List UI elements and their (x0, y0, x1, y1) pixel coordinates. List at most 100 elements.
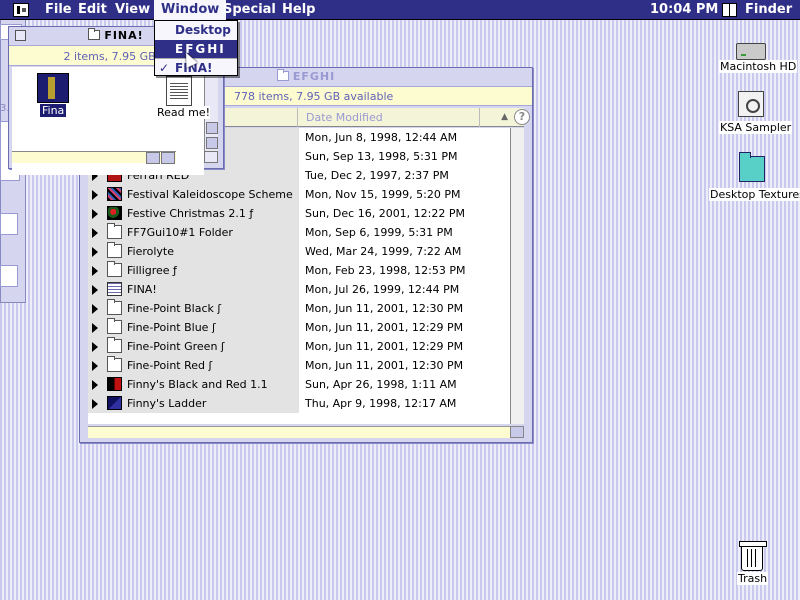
name-cell[interactable]: Fine-Point Green ʃ (88, 337, 299, 356)
file-name[interactable]: Fine-Point Blue ʃ (127, 318, 216, 337)
name-cell[interactable]: FF7Gui10#1 Folder (88, 223, 299, 242)
folder-icon[interactable] (107, 337, 122, 353)
file-name[interactable]: Fierolyte (127, 242, 174, 261)
ksa-sampler-icon[interactable] (738, 91, 764, 117)
list-item[interactable]: Fine-Point Blue ʃ Mon, Jun 11, 2001, 12:2… (88, 318, 512, 337)
kaleidoscope-icon[interactable] (107, 187, 122, 201)
vertical-scrollbar[interactable] (510, 128, 524, 424)
folder-icon[interactable] (107, 318, 122, 334)
name-cell[interactable]: Fine-Point Black ʃ (88, 299, 299, 318)
file-name[interactable]: Festival Kaleidoscope Scheme (127, 185, 293, 204)
date-modified-cell: Sun, Apr 26, 1998, 1:11 AM (299, 375, 512, 394)
christmas-icon[interactable] (107, 206, 122, 220)
date-modified-cell: Mon, Sep 6, 1999, 5:31 PM (299, 223, 512, 242)
disclosure-triangle-icon[interactable] (92, 247, 98, 257)
ladder-icon[interactable] (107, 396, 122, 410)
name-cell[interactable]: Festive Christmas 2.1 ƒ (88, 204, 299, 223)
menu-help[interactable]: Help (275, 0, 322, 20)
list-item[interactable]: Filligree ƒ Mon, Feb 23, 1998, 12:53 PM (88, 261, 512, 280)
disclosure-triangle-icon[interactable] (92, 323, 98, 333)
folder-icon[interactable] (107, 223, 122, 239)
fina-app-label[interactable]: Fina (40, 104, 67, 117)
menu-item-efghi[interactable]: EFGHI (155, 40, 237, 58)
scroll-up-arrow[interactable] (206, 122, 218, 134)
disclosure-triangle-icon[interactable] (92, 190, 98, 200)
name-cell[interactable]: Filligree ƒ (88, 261, 299, 280)
folder-icon[interactable] (107, 261, 122, 277)
resize-box[interactable] (204, 151, 218, 163)
desktop-icon-label[interactable]: Trash (737, 572, 769, 585)
folder-icon[interactable] (107, 299, 122, 315)
name-cell[interactable]: Fierolyte (88, 242, 299, 261)
list-item[interactable]: Festival Kaleidoscope Scheme Mon, Nov 15,… (88, 185, 512, 204)
file-name[interactable]: Festive Christmas 2.1 ƒ (127, 204, 253, 223)
scroll-right-arrow[interactable] (161, 152, 175, 164)
list-item[interactable]: Fine-Point Green ʃ Mon, Jun 11, 2001, 12:… (88, 337, 512, 356)
menu-special[interactable]: Special (216, 0, 283, 20)
disclosure-triangle-icon[interactable] (92, 304, 98, 314)
file-name[interactable]: Fine-Point Green ʃ (127, 337, 225, 356)
disclosure-triangle-icon[interactable] (92, 228, 98, 238)
desktop-icon-label[interactable]: KSA Sampler (719, 121, 793, 134)
file-name[interactable]: Finny's Black and Red 1.1 (127, 375, 268, 394)
name-cell[interactable]: Festival Kaleidoscope Scheme (88, 185, 299, 204)
window-title: EFGHI (292, 70, 336, 83)
scroll-down-arrow[interactable] (206, 137, 218, 149)
apple-menu-icon[interactable] (13, 3, 29, 17)
readme-label[interactable]: Read me! (157, 106, 211, 119)
file-name[interactable]: FINA! (127, 280, 157, 299)
document-icon[interactable] (166, 76, 192, 106)
folder-icon (88, 28, 101, 40)
list-item[interactable]: Fierolyte Wed, Mar 24, 1999, 7:22 AM (88, 242, 512, 261)
file-name[interactable]: Fine-Point Black ʃ (127, 299, 221, 318)
document-folder-icon[interactable] (107, 282, 122, 296)
column-header-date-modified[interactable]: Date Modified (300, 108, 480, 127)
sort-direction-icon[interactable]: ▲ (501, 112, 508, 122)
folder-icon[interactable] (107, 242, 122, 258)
name-cell[interactable]: Fine-Point Blue ʃ (88, 318, 299, 337)
name-cell[interactable]: FINA! (88, 280, 299, 299)
horizontal-scrollbar[interactable] (12, 151, 176, 164)
disclosure-triangle-icon[interactable] (92, 266, 98, 276)
menu-view[interactable]: View (108, 0, 157, 20)
list-item[interactable]: Finny's Black and Red 1.1 Sun, Apr 26, 19… (88, 375, 512, 394)
help-icon[interactable]: ? (514, 109, 530, 125)
disclosure-triangle-icon[interactable] (92, 285, 98, 295)
disclosure-triangle-icon[interactable] (92, 361, 98, 371)
list-item[interactable]: FINA! Mon, Jul 26, 1999, 12:44 PM (88, 280, 512, 299)
name-cell[interactable]: Finny's Ladder (88, 394, 299, 413)
date-modified-cell: Sun, Dec 16, 2001, 12:22 PM (299, 204, 512, 223)
name-cell[interactable]: Finny's Black and Red 1.1 (88, 375, 299, 394)
hard-disk-icon[interactable] (736, 43, 766, 60)
name-cell[interactable]: Fine-Point Red ʃ (88, 356, 299, 375)
application-menu[interactable]: Finder (738, 0, 799, 20)
desktop-icon-label[interactable]: Macintosh HD (719, 60, 798, 73)
desktop-icon-label[interactable]: Desktop Textures (709, 188, 800, 201)
disclosure-triangle-icon[interactable] (92, 209, 98, 219)
list-item[interactable]: Festive Christmas 2.1 ƒ Sun, Dec 16, 2001… (88, 204, 512, 223)
folder-icon[interactable] (107, 356, 122, 372)
horizontal-scrollbar[interactable] (88, 426, 512, 438)
folder-icon[interactable] (739, 152, 765, 182)
disclosure-triangle-icon[interactable] (92, 380, 98, 390)
trash-icon[interactable] (739, 541, 767, 571)
list-item[interactable]: FF7Gui10#1 Folder Mon, Sep 6, 1999, 5:31 … (88, 223, 512, 242)
back-window-field[interactable] (0, 265, 18, 287)
list-item[interactable]: Fine-Point Black ʃ Mon, Jun 11, 2001, 12:… (88, 299, 512, 318)
black-red-icon[interactable] (107, 377, 122, 391)
application-icon[interactable] (37, 73, 69, 103)
disclosure-triangle-icon[interactable] (92, 399, 98, 409)
scroll-left-arrow[interactable] (146, 152, 160, 164)
back-window-field[interactable] (0, 213, 18, 235)
finder-app-icon[interactable] (722, 3, 737, 17)
list-item[interactable]: Finny's Ladder Thu, Apr 9, 1998, 12:17 AM (88, 394, 512, 413)
menubar-clock[interactable]: 10:04 PM (643, 0, 725, 20)
resize-box[interactable] (510, 426, 524, 438)
file-name[interactable]: Finny's Ladder (127, 394, 206, 413)
file-name[interactable]: FF7Gui10#1 Folder (127, 223, 233, 242)
file-name[interactable]: Fine-Point Red ʃ (127, 356, 212, 375)
list-item[interactable]: Fine-Point Red ʃ Mon, Jun 11, 2001, 12:30… (88, 356, 512, 375)
menu-item-desktop[interactable]: Desktop (155, 21, 237, 39)
file-name[interactable]: Filligree ƒ (127, 261, 177, 280)
disclosure-triangle-icon[interactable] (92, 342, 98, 352)
